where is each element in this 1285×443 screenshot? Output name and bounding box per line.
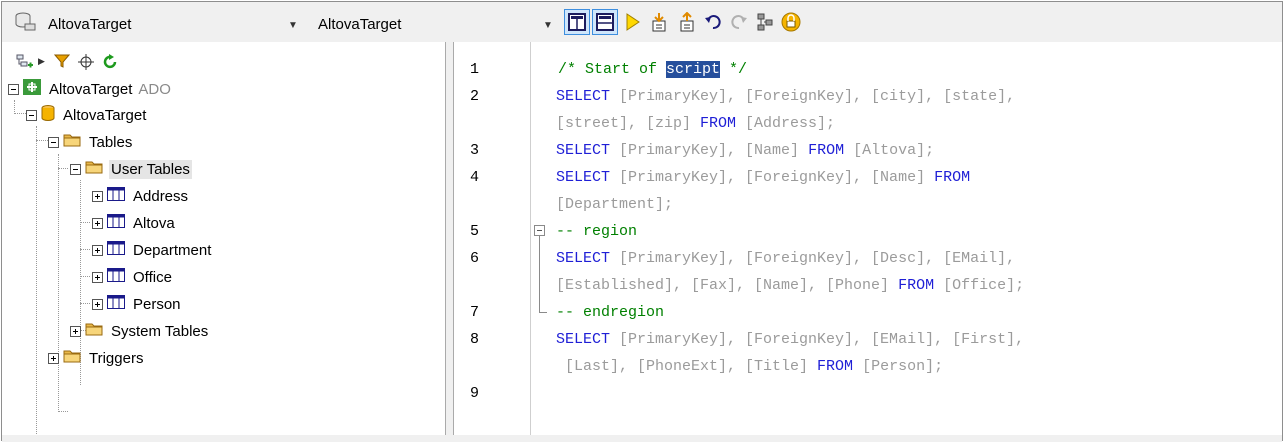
code-line-3: SELECT [PrimaryKey], [Name] FROM [Altova… xyxy=(556,142,935,159)
locate-icon[interactable] xyxy=(78,54,94,74)
execute-icon[interactable] xyxy=(620,9,646,35)
root-object-combo-value: AltovaTarget xyxy=(318,16,402,33)
tree-node-triggers[interactable]: Triggers xyxy=(48,346,145,370)
add-connection-icon[interactable] xyxy=(16,54,34,74)
tree-node-connection[interactable]: AltovaTarget ADO xyxy=(8,77,171,101)
table-icon xyxy=(107,214,125,232)
connection-type-label: ADO xyxy=(138,80,171,98)
expand-icon[interactable] xyxy=(92,190,103,202)
ado-connection-icon xyxy=(23,79,41,99)
tree-node-label: Office xyxy=(133,268,172,286)
line-number: 2 xyxy=(470,88,480,105)
tree-node-label: Person xyxy=(133,295,181,313)
tree-node-table-person[interactable]: Person xyxy=(92,292,183,316)
tree-node-label: Address xyxy=(133,187,189,205)
tree-node-table-altova[interactable]: Altova xyxy=(92,211,177,235)
datasource-combo[interactable]: AltovaTarget ▼ xyxy=(48,14,298,36)
tree-node-table-address[interactable]: Address xyxy=(92,184,190,208)
root-object-combo[interactable]: AltovaTarget ▼ xyxy=(318,14,556,36)
tree-node-system-tables[interactable]: System Tables xyxy=(70,319,210,343)
fold-region-end xyxy=(539,312,547,313)
code-line-7: -- endregion xyxy=(556,304,665,321)
expand-icon[interactable] xyxy=(70,325,81,337)
table-icon xyxy=(107,268,125,286)
code-line-5: -- region xyxy=(556,223,638,240)
lock-icon[interactable] xyxy=(778,9,804,35)
tree-node-label: AltovaTarget xyxy=(49,80,133,98)
main-toolbar: AltovaTarget ▼ AltovaTarget ▼ xyxy=(2,2,1282,43)
tree-node-label: Altova xyxy=(133,214,175,232)
collapse-icon[interactable] xyxy=(26,109,37,121)
line-number-gutter: 1 2 3 4 5 6 7 8 9 xyxy=(454,42,531,442)
collapse-icon[interactable] xyxy=(48,136,59,148)
folder-icon xyxy=(63,349,81,367)
fold-region-line xyxy=(539,236,540,312)
browser-toolbar: ▶ xyxy=(2,42,445,80)
import-sql-icon[interactable] xyxy=(646,9,672,35)
code-line-8-wrap: [Last], [PhoneExt], [Title] FROM [Person… xyxy=(556,358,944,375)
line-number: 8 xyxy=(470,331,480,348)
folder-icon xyxy=(85,160,103,178)
refresh-icon[interactable] xyxy=(102,54,118,74)
selected-word: script xyxy=(666,61,721,78)
dropdown-arrow-icon[interactable]: ▶ xyxy=(38,56,45,67)
tree-node-label: AltovaTarget xyxy=(63,106,147,124)
line-number: 1 xyxy=(470,61,480,78)
folder-icon xyxy=(63,133,81,151)
code-line-2-wrap: [street], [zip] FROM [Address]; xyxy=(556,115,836,132)
app-window: AltovaTarget ▼ AltovaTarget ▼ ▶ AltovaTa… xyxy=(1,1,1283,442)
line-number: 9 xyxy=(470,385,480,402)
datasource-combo-value: AltovaTarget xyxy=(48,16,132,33)
expand-icon[interactable] xyxy=(92,298,103,310)
expand-icon[interactable] xyxy=(48,352,59,364)
code-line-4-wrap: [Department]; xyxy=(556,196,674,213)
code-line-2: SELECT [PrimaryKey], [ForeignKey], [city… xyxy=(556,88,1016,105)
code-line-6-wrap: [Established], [Fax], [Name], [Phone] FR… xyxy=(556,277,1025,294)
tree-node-table-department[interactable]: Department xyxy=(92,238,213,262)
code-line-1: /* Start of script */ xyxy=(558,61,748,78)
collapse-icon[interactable] xyxy=(8,83,19,95)
status-strip xyxy=(2,435,1282,442)
undo-icon[interactable] xyxy=(700,9,726,35)
tree-node-table-office[interactable]: Office xyxy=(92,265,174,289)
expand-icon[interactable] xyxy=(92,217,103,229)
tree-node-label: System Tables xyxy=(111,322,209,340)
table-icon xyxy=(107,241,125,259)
tree-node-label: Triggers xyxy=(89,349,144,367)
pane-splitter[interactable] xyxy=(446,42,454,442)
filter-icon[interactable] xyxy=(53,54,71,72)
tree-node-label: Department xyxy=(133,241,212,259)
line-number: 7 xyxy=(470,304,480,321)
line-number: 3 xyxy=(470,142,480,159)
database-icon xyxy=(14,12,36,32)
online-browser-pane: ▶ AltovaTarget ADO AltovaTarget Tables U… xyxy=(2,42,446,442)
layout-editor-only-icon[interactable] xyxy=(564,9,590,35)
chevron-down-icon[interactable]: ▼ xyxy=(543,20,553,31)
layout-split-icon[interactable] xyxy=(592,9,618,35)
code-line-4: SELECT [PrimaryKey], [ForeignKey], [Name… xyxy=(556,169,971,186)
expand-icon[interactable] xyxy=(92,271,103,283)
redo-icon[interactable] xyxy=(726,9,752,35)
line-number: 6 xyxy=(470,250,480,267)
tree-node-database[interactable]: AltovaTarget xyxy=(26,103,148,127)
tree-node-label: Tables xyxy=(89,133,133,151)
tree-node-tables[interactable]: Tables xyxy=(48,130,134,154)
line-number: 4 xyxy=(470,169,480,186)
code-line-6: SELECT [PrimaryKey], [ForeignKey], [Desc… xyxy=(556,250,1016,267)
table-icon xyxy=(107,187,125,205)
expand-icon[interactable] xyxy=(92,244,103,256)
line-number: 5 xyxy=(470,223,480,240)
database-icon xyxy=(41,105,55,125)
export-sql-icon[interactable] xyxy=(674,9,700,35)
folder-icon xyxy=(85,322,103,340)
tree-node-user-tables[interactable]: User Tables xyxy=(70,157,192,181)
tree-node-label: User Tables xyxy=(109,159,192,179)
chevron-down-icon[interactable]: ▼ xyxy=(288,20,298,31)
fold-collapse-icon[interactable] xyxy=(534,225,545,236)
code-line-8: SELECT [PrimaryKey], [ForeignKey], [EMai… xyxy=(556,331,1025,348)
sql-editor[interactable]: 1 2 3 4 5 6 7 8 9 /* Start of script */ … xyxy=(454,42,1282,442)
comment-icon[interactable] xyxy=(752,9,778,35)
table-icon xyxy=(107,295,125,313)
collapse-icon[interactable] xyxy=(70,163,81,175)
